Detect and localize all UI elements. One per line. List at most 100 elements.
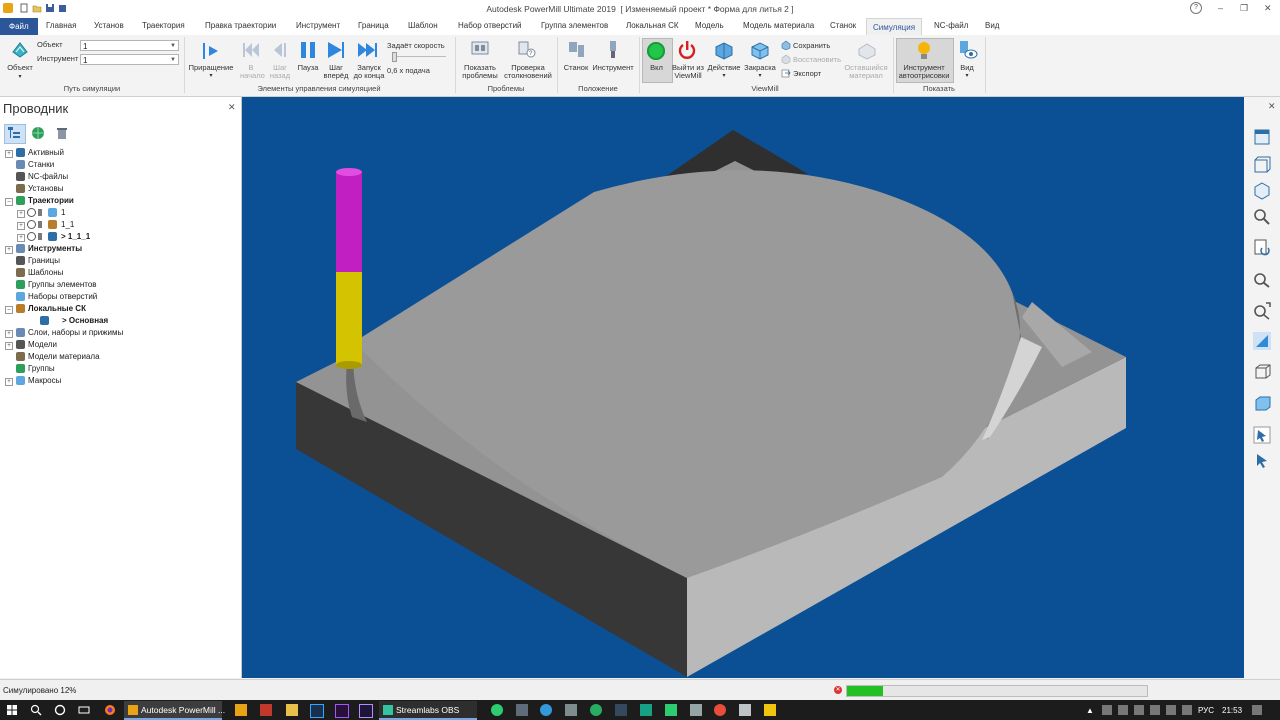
tree-item[interactable]: Траектории — [28, 195, 74, 207]
tab-toolpath-edit[interactable]: Правка траектории — [205, 21, 276, 30]
close-icon[interactable]: ✕ — [1268, 101, 1276, 112]
app-icon-blue[interactable] — [540, 704, 552, 716]
tree-expander[interactable]: + — [5, 342, 13, 350]
globe-icon[interactable] — [31, 126, 45, 140]
collision-check-button[interactable]: Проверка столкновений — [502, 64, 554, 80]
remaining-stock-button[interactable]: Оставшийся материал — [842, 64, 890, 80]
tree-item[interactable]: Активный — [28, 147, 64, 159]
tree-expander[interactable]: + — [17, 210, 25, 218]
folder-icon[interactable] — [286, 704, 298, 716]
tree-item[interactable]: NC-файлы — [28, 171, 68, 183]
action-button[interactable]: Действие — [705, 64, 743, 72]
shading-button[interactable]: Закраска — [742, 64, 778, 72]
tree-expander[interactable]: + — [5, 246, 13, 254]
speed-slider[interactable] — [392, 56, 446, 57]
stop-icon[interactable]: ✕ — [834, 686, 842, 694]
shaded-view-icon[interactable] — [1252, 331, 1272, 351]
photoshop-icon[interactable] — [310, 704, 324, 718]
collision-check-icon[interactable]: ? — [516, 39, 538, 61]
tree-item[interactable]: > 1_1_1 — [61, 231, 90, 243]
tab-boundary[interactable]: Граница — [358, 21, 389, 30]
lightbulb-icon[interactable] — [914, 40, 934, 62]
view-top-icon[interactable] — [1252, 127, 1272, 147]
app-icon-teal[interactable] — [640, 704, 652, 716]
tree-item[interactable]: Локальные СК — [28, 303, 86, 315]
shading-icon[interactable] — [749, 39, 771, 61]
minimize-button[interactable]: – — [1218, 3, 1223, 13]
tab-simulation[interactable]: Симуляция — [866, 18, 923, 36]
pause-icon[interactable] — [298, 40, 318, 60]
tray-icon-2[interactable] — [1118, 705, 1128, 715]
power-icon[interactable] — [677, 40, 697, 60]
tree-expander[interactable]: + — [5, 150, 13, 158]
shading-dropdown-icon[interactable]: ▾ — [742, 72, 778, 80]
action-dropdown-icon[interactable]: ▾ — [705, 72, 743, 80]
tree-item[interactable]: Слои, наборы и прижимы — [28, 327, 123, 339]
export-icon[interactable] — [781, 68, 791, 78]
tree-item[interactable]: Модели — [28, 339, 57, 351]
increment-dropdown-icon[interactable]: ▾ — [188, 72, 234, 80]
save-stock-icon[interactable] — [781, 40, 791, 50]
input-language[interactable]: РУС — [1198, 706, 1214, 715]
firefox-icon[interactable] — [104, 704, 116, 716]
app-icon-red[interactable] — [260, 704, 272, 716]
task-view-icon[interactable] — [78, 704, 90, 716]
action-icon[interactable] — [713, 39, 735, 61]
tree-expander[interactable]: + — [17, 222, 25, 230]
run-to-end-button[interactable]: Запуск до конца — [352, 64, 386, 80]
tree-expander[interactable]: – — [5, 198, 13, 206]
run-to-end-icon[interactable] — [356, 40, 380, 60]
tree-item[interactable]: > Основная — [62, 315, 108, 327]
view-button[interactable]: Вид — [954, 64, 980, 72]
tab-nc-file[interactable]: NC-файл — [934, 21, 968, 30]
tree-item[interactable]: Границы — [28, 255, 60, 267]
tab-file[interactable]: Файл — [0, 18, 38, 35]
tree-expander[interactable]: + — [5, 378, 13, 386]
show-problems-button[interactable]: Показать проблемы — [460, 64, 500, 80]
maximize-button[interactable]: ❐ — [1240, 3, 1248, 14]
tree-item[interactable]: Шаблоны — [28, 267, 63, 279]
tray-icon-1[interactable] — [1102, 705, 1112, 715]
select-icon[interactable] — [1252, 425, 1272, 445]
save-stock-button[interactable]: Сохранить — [793, 42, 830, 50]
network-icon[interactable] — [1150, 705, 1160, 715]
tree-item[interactable]: Наборы отверстий — [28, 291, 97, 303]
tree-expander[interactable]: + — [17, 234, 25, 242]
step-back-icon[interactable] — [270, 41, 290, 59]
battery-icon[interactable] — [1182, 705, 1192, 715]
show-problems-icon[interactable] — [469, 39, 491, 61]
shaded-box-icon[interactable] — [1252, 393, 1272, 413]
view-front-icon[interactable] — [1252, 155, 1272, 175]
app-icon-yellow[interactable] — [764, 704, 776, 716]
tab-tool[interactable]: Инструмент — [296, 21, 340, 30]
taskbar-obs[interactable]: Streamlabs OBS — [379, 701, 477, 720]
object-icon[interactable] — [10, 40, 30, 60]
tab-pattern[interactable]: Шаблон — [408, 21, 438, 30]
app-icon-green[interactable] — [491, 704, 503, 716]
check-icon[interactable] — [27, 232, 36, 241]
tree-item[interactable]: Группы элементов — [28, 279, 97, 291]
speed-slider-handle[interactable] — [392, 52, 397, 62]
object-button[interactable]: Объект — [4, 64, 36, 72]
zoom-icon[interactable] — [1252, 207, 1272, 227]
tree-expander[interactable]: + — [5, 330, 13, 338]
tree-expander[interactable]: – — [5, 306, 13, 314]
tab-stock-model[interactable]: Модель материала — [743, 21, 814, 30]
pause-button[interactable]: Пауза — [294, 64, 322, 72]
graphics-viewport[interactable] — [242, 97, 1244, 678]
app-icon-arrow[interactable] — [690, 704, 702, 716]
cortana-icon[interactable] — [54, 704, 66, 716]
tree-item[interactable]: Группы — [28, 363, 55, 375]
help-icon[interactable]: ? — [1190, 2, 1202, 14]
premiere-icon[interactable] — [335, 704, 349, 718]
tab-setup[interactable]: Установ — [94, 21, 124, 30]
step-forward-icon[interactable] — [325, 40, 347, 60]
remaining-stock-icon[interactable] — [856, 39, 878, 61]
check-icon[interactable] — [27, 208, 36, 217]
refresh-icon[interactable] — [1252, 237, 1272, 257]
tab-home[interactable]: Главная — [46, 21, 76, 30]
increment-button[interactable]: Приращение — [188, 64, 234, 72]
close-button[interactable]: ✕ — [1264, 3, 1272, 14]
lightbulb-icon[interactable] — [38, 233, 42, 240]
tree-item[interactable]: Установы — [28, 183, 63, 195]
